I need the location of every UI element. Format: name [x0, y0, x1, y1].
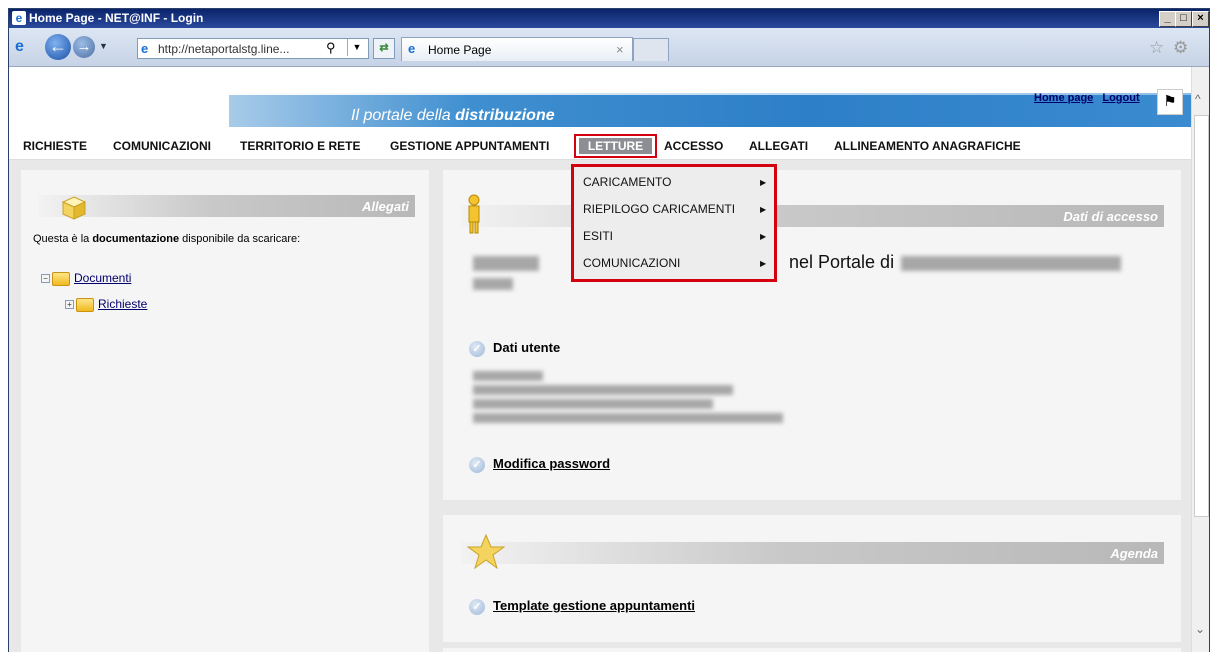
nav-gestione-appuntamenti[interactable]: GESTIONE APPUNTAMENTI — [390, 139, 549, 153]
gear-icon[interactable]: ⚙ — [1173, 38, 1188, 58]
allegati-title: Allegati — [362, 199, 409, 214]
folder-icon — [52, 271, 70, 286]
person-icon — [468, 194, 480, 234]
dati-utente-label: Dati utente — [493, 340, 561, 355]
browser-window: e Home Page - NET@INF - Login _ □ × e ← … — [8, 8, 1210, 652]
ie-icon: e — [12, 11, 26, 25]
menu-item-caricamento[interactable]: CARICAMENTO — [583, 175, 671, 189]
maximize-button[interactable]: □ — [1175, 11, 1192, 27]
address-text: http://netaportalstg.line... — [158, 42, 290, 56]
menu-item-esiti[interactable]: ESITI — [583, 229, 613, 243]
tab-title: Home Page — [428, 43, 492, 57]
tree-node-richieste: + Richieste — [65, 297, 147, 312]
refresh-button[interactable]: ⇄ — [373, 38, 395, 59]
logout-link[interactable]: Logout — [1102, 92, 1139, 104]
scroll-thumb[interactable] — [1194, 115, 1209, 517]
redacted-text — [473, 256, 539, 271]
desc-suffix: disponibile da scaricare: — [179, 233, 301, 245]
home-page-link[interactable]: Home page — [1034, 92, 1093, 104]
submenu-arrow-icon: ▶ — [760, 205, 767, 214]
expand-icon[interactable]: + — [65, 300, 74, 310]
richieste-link[interactable]: Richieste — [98, 297, 147, 311]
nav-allegati[interactable]: ALLEGATI — [749, 139, 808, 153]
next-panel — [443, 648, 1181, 652]
agenda-header: Agenda — [461, 542, 1164, 564]
tagline-bold: distribuzione — [455, 107, 555, 124]
submenu-arrow-icon: ▶ — [760, 178, 767, 187]
submenu-arrow-icon: ▶ — [760, 259, 767, 268]
main-nav: RICHIESTE COMUNICAZIONI TERRITORIO E RET… — [9, 131, 1191, 160]
redacted-text — [473, 278, 513, 290]
allegati-header: Allegati — [39, 195, 415, 217]
check-icon: ✓ — [469, 340, 485, 357]
site-tagline: Il portale della distribuzione — [351, 107, 555, 125]
back-button[interactable]: ← — [45, 34, 71, 60]
search-icon[interactable]: ⚲ — [326, 40, 336, 56]
check-icon: ✓ — [469, 598, 485, 615]
collapse-icon[interactable]: − — [41, 274, 50, 284]
title-bar: e Home Page - NET@INF - Login _ □ × — [9, 9, 1209, 28]
redacted-text — [473, 385, 733, 395]
accesso-panel: Dati di accesso nel Portale di ✓ Dati ute… — [443, 170, 1181, 500]
flag-icon[interactable]: ⚑ — [1157, 89, 1183, 115]
dati-utente-row: ✓ Dati utente — [469, 340, 560, 357]
favorites-star-icon[interactable]: ☆ — [1149, 38, 1164, 58]
desc-text: Questa è la — [33, 233, 93, 245]
nav-letture-label: LETTURE — [579, 138, 652, 154]
nav-letture[interactable]: LETTURE — [574, 134, 657, 158]
template-row: ✓ Template gestione appuntamenti — [469, 598, 695, 615]
tagline-text: Il portale della — [351, 107, 456, 124]
new-tab-button[interactable] — [633, 38, 669, 61]
submenu-arrow-icon: ▶ — [760, 232, 767, 241]
modifica-password-link[interactable]: Modifica password — [493, 456, 610, 471]
close-button[interactable]: × — [1192, 11, 1209, 27]
ie-logo-icon: e — [15, 38, 24, 55]
agenda-panel: Agenda ✓ Template gestione appuntamenti — [443, 515, 1181, 642]
redacted-text — [473, 399, 713, 409]
desc-bold: documentazione — [92, 233, 180, 245]
documenti-link[interactable]: Documenti — [74, 271, 131, 285]
window-title: Home Page - NET@INF - Login — [29, 11, 204, 25]
allegati-panel: Allegati Questa è la documentazione disp… — [21, 170, 429, 652]
nav-territorio-e-rete[interactable]: TERRITORIO E RETE — [240, 139, 360, 153]
check-icon: ✓ — [469, 456, 485, 473]
template-gestione-appuntamenti-link[interactable]: Template gestione appuntamenti — [493, 598, 695, 613]
address-bar[interactable]: e http://netaportalstg.line... ⚲ ▼ — [137, 38, 369, 59]
site-banner: Il portale della distribuzione Home page… — [9, 67, 1191, 131]
redacted-text — [473, 413, 783, 423]
allegati-description: Questa è la documentazione disponibile d… — [33, 233, 300, 245]
tab-home-page[interactable]: e Home Page × — [401, 37, 633, 61]
cube-icon — [61, 196, 87, 220]
accesso-header: Dati di accesso — [461, 205, 1164, 227]
scroll-down-icon[interactable]: ⌄ — [1195, 622, 1205, 636]
browser-toolbar: e ← → ▼ e http://netaportalstg.line... ⚲… — [9, 28, 1209, 67]
letture-dropdown: CARICAMENTO ▶ RIEPILOGO CARICAMENTI ▶ ES… — [571, 164, 777, 282]
forward-button[interactable]: → — [73, 36, 95, 58]
welcome-text: nel Portale di — [789, 252, 895, 272]
accesso-title: Dati di accesso — [1063, 209, 1158, 224]
modifica-password-row: ✓ Modifica password — [469, 456, 610, 473]
agenda-title: Agenda — [1110, 546, 1158, 561]
page-favicon-icon: e — [141, 41, 149, 56]
folder-icon — [76, 297, 94, 312]
nav-accesso[interactable]: ACCESSO — [664, 139, 723, 153]
nav-comunicazioni[interactable]: COMUNICAZIONI — [113, 139, 211, 153]
redacted-text — [473, 371, 543, 381]
tab-close-icon[interactable]: × — [616, 42, 624, 57]
address-dropdown-icon[interactable]: ▼ — [347, 39, 366, 56]
menu-item-comunicazioni[interactable]: COMUNICAZIONI — [583, 256, 680, 270]
scroll-up-icon[interactable]: ^ — [1195, 92, 1201, 106]
tab-favicon-icon: e — [408, 41, 416, 56]
history-dropdown-icon[interactable]: ▼ — [99, 41, 108, 51]
menu-item-riepilogo-caricamenti[interactable]: RIEPILOGO CARICAMENTI — [583, 202, 735, 216]
nav-allineamento-anagrafiche[interactable]: ALLINEAMENTO ANAGRAFICHE — [834, 139, 1021, 153]
tree-node-documenti: − Documenti — [41, 271, 131, 286]
redacted-text — [901, 256, 1121, 271]
star-icon — [467, 534, 505, 570]
minimize-button[interactable]: _ — [1159, 11, 1176, 27]
nav-richieste[interactable]: RICHIESTE — [23, 139, 87, 153]
top-links: Home page Logout — [1034, 92, 1146, 104]
vertical-scrollbar[interactable]: ^ ⌄ — [1191, 67, 1209, 652]
